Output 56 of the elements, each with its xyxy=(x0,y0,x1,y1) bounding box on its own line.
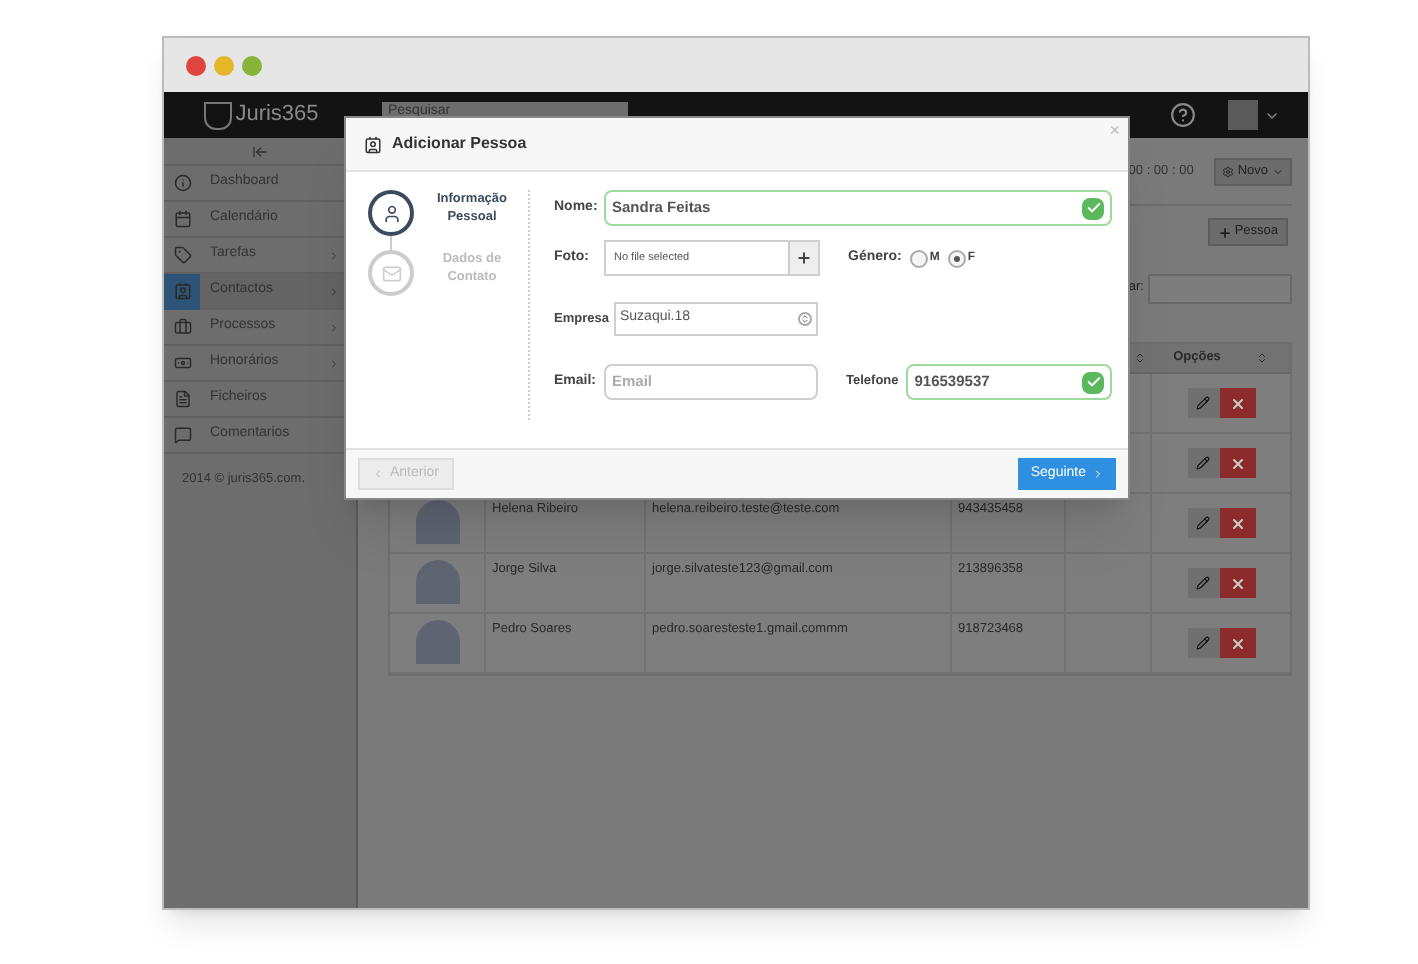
person-icon xyxy=(381,203,401,223)
chevron-left-icon xyxy=(372,468,384,480)
close-button[interactable]: × xyxy=(1109,122,1120,140)
chevron-right-icon xyxy=(1092,468,1104,480)
delete-button[interactable] xyxy=(1219,508,1255,538)
delete-button[interactable] xyxy=(1219,628,1255,658)
edit-button[interactable] xyxy=(1187,628,1219,658)
radio-button[interactable] xyxy=(947,249,966,267)
speech-bubble-icon xyxy=(173,426,191,444)
select-arrows-icon xyxy=(798,312,812,326)
expand-icon xyxy=(328,249,340,261)
plus-icon xyxy=(1218,225,1233,239)
close-icon xyxy=(1229,635,1245,651)
pencil-icon xyxy=(1196,516,1210,530)
gear-icon xyxy=(1221,165,1234,177)
avatar-placeholder xyxy=(415,560,459,604)
expand-icon xyxy=(328,321,340,333)
document-icon xyxy=(173,390,191,408)
close-icon xyxy=(1229,515,1245,531)
shield-logo-icon xyxy=(203,101,232,129)
app-logo: Juris365 xyxy=(235,100,319,131)
help-icon[interactable] xyxy=(1170,102,1196,128)
add-file-icon[interactable] xyxy=(788,242,818,274)
caret-icon xyxy=(1272,165,1284,177)
expand-icon xyxy=(328,357,340,369)
calendar-icon xyxy=(173,210,191,228)
briefcase-icon xyxy=(173,318,191,336)
edit-button[interactable] xyxy=(1187,448,1219,478)
avatar-placeholder xyxy=(415,500,459,544)
delete-button[interactable] xyxy=(1219,448,1255,478)
close-icon xyxy=(1229,575,1245,591)
edit-button[interactable] xyxy=(1187,388,1219,418)
check-icon xyxy=(1082,197,1104,219)
expand-icon xyxy=(328,285,340,297)
collapse-icon[interactable] xyxy=(252,143,268,159)
envelope-icon xyxy=(381,263,401,283)
close-icon xyxy=(1229,455,1245,471)
close-icon xyxy=(1229,395,1245,411)
radio-button[interactable] xyxy=(909,249,928,267)
tag-icon xyxy=(173,246,191,264)
pencil-icon xyxy=(1196,636,1210,650)
contact-card-icon xyxy=(173,282,191,300)
edit-button[interactable] xyxy=(1187,568,1219,598)
close-window-icon[interactable] xyxy=(186,55,206,75)
delete-button[interactable] xyxy=(1219,388,1255,418)
edit-button[interactable] xyxy=(1187,508,1219,538)
banknote-icon xyxy=(173,354,191,372)
pencil-icon xyxy=(1196,456,1210,470)
info-icon xyxy=(173,174,191,192)
pencil-icon xyxy=(1196,396,1210,410)
dialog-title: Adicionar Pessoa xyxy=(392,132,527,156)
pencil-icon xyxy=(1196,576,1210,590)
contact-card-icon xyxy=(364,135,382,153)
avatar-placeholder xyxy=(415,620,459,664)
delete-button[interactable] xyxy=(1219,568,1255,598)
check-icon xyxy=(1082,371,1104,393)
